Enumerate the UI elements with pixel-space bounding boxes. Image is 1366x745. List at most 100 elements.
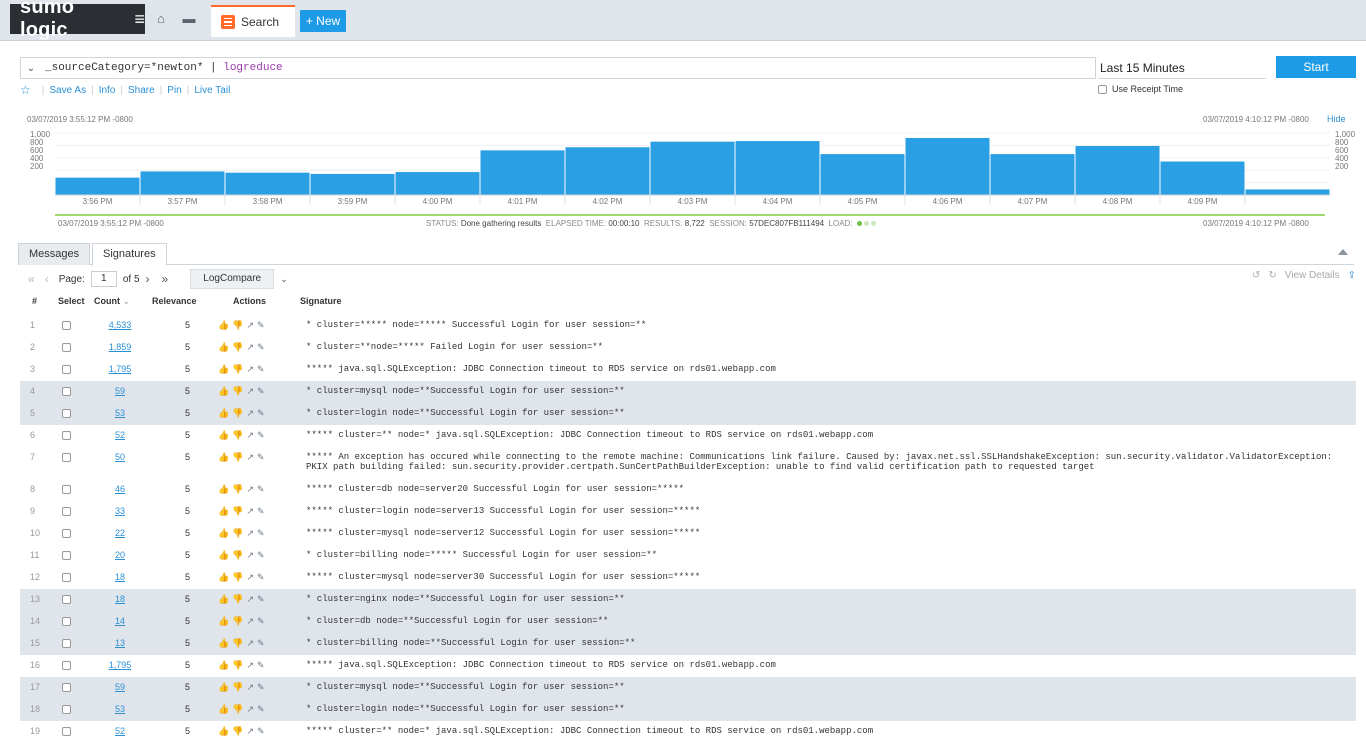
edit-icon[interactable]: ✎	[257, 342, 268, 352]
col-relevance[interactable]: Relevance	[152, 296, 197, 306]
count-link[interactable]: 53	[100, 704, 140, 714]
edit-icon[interactable]: ✎	[257, 320, 268, 330]
row-select-checkbox[interactable]	[62, 529, 71, 540]
edit-icon[interactable]: ✎	[257, 704, 268, 714]
count-link[interactable]: 50	[100, 452, 140, 462]
expand-icon[interactable]: ↗	[246, 386, 257, 396]
row-select-checkbox[interactable]	[62, 453, 71, 464]
count-link[interactable]: 4,533	[100, 320, 140, 330]
count-link[interactable]: 59	[100, 386, 140, 396]
histogram-bar[interactable]	[735, 141, 820, 195]
thumbs-down-icon[interactable]: 👎	[232, 342, 246, 352]
row-select-checkbox[interactable]	[62, 387, 71, 398]
row-select-checkbox[interactable]	[62, 661, 71, 672]
expand-icon[interactable]: ↗	[246, 704, 257, 714]
count-link[interactable]: 33	[100, 506, 140, 516]
table-row[interactable]: 13 18 5 👍👎↗✎ * cluster=nginx node=**Successf…	[20, 589, 1356, 611]
thumbs-up-icon[interactable]: 👍	[218, 726, 232, 736]
table-row[interactable]: 18 53 5 👍👎↗✎ * cluster=login node=**Successf…	[20, 699, 1356, 721]
thumbs-down-icon[interactable]: 👎	[232, 726, 246, 736]
thumbs-up-icon[interactable]: 👍	[218, 506, 232, 516]
table-row[interactable]: 10 22 5 👍👎↗✎ ***** cluster=mysql node=server…	[20, 523, 1356, 545]
thumbs-down-icon[interactable]: 👎	[232, 408, 246, 418]
edit-icon[interactable]: ✎	[257, 616, 268, 626]
logo[interactable]: sumo logic ≡	[10, 0, 145, 41]
query-input[interactable]: ⌄ _sourceCategory=*newton* | logreduce	[20, 57, 1096, 79]
redo-icon[interactable]: ↻	[1268, 270, 1276, 281]
thumbs-up-icon[interactable]: 👍	[218, 528, 232, 538]
count-link[interactable]: 46	[100, 484, 140, 494]
histogram-bar[interactable]	[990, 154, 1075, 195]
table-row[interactable]: 19 52 5 👍👎↗✎ ***** cluster=** node=* java.sq…	[20, 721, 1356, 743]
edit-icon[interactable]: ✎	[257, 528, 268, 538]
thumbs-down-icon[interactable]: 👎	[232, 682, 246, 692]
edit-icon[interactable]: ✎	[257, 726, 268, 736]
row-select-checkbox[interactable]	[62, 409, 71, 420]
thumbs-up-icon[interactable]: 👍	[218, 594, 232, 604]
histogram-bar[interactable]	[225, 172, 310, 195]
histogram-bar[interactable]	[905, 137, 990, 195]
expand-icon[interactable]: ↗	[246, 320, 257, 330]
hide-histogram-link[interactable]: Hide	[1327, 114, 1346, 124]
tab-messages[interactable]: Messages	[18, 243, 91, 265]
expand-icon[interactable]: ↗	[246, 364, 257, 374]
thumbs-down-icon[interactable]: 👎	[232, 320, 246, 330]
histogram-bar[interactable]	[395, 172, 480, 195]
thumbs-up-icon[interactable]: 👍	[218, 484, 232, 494]
row-select-checkbox[interactable]	[62, 321, 71, 332]
share-link[interactable]: Share	[128, 85, 155, 96]
new-button[interactable]: + New	[300, 10, 346, 32]
expand-icon[interactable]: ↗	[246, 638, 257, 648]
prev-page-icon[interactable]: ‹	[45, 272, 49, 286]
expand-icon[interactable]: ↗	[246, 726, 257, 736]
thumbs-down-icon[interactable]: 👎	[232, 550, 246, 560]
count-link[interactable]: 22	[100, 528, 140, 538]
edit-icon[interactable]: ✎	[257, 660, 268, 670]
export-icon[interactable]: ⇪	[1348, 270, 1356, 281]
table-row[interactable]: 14 14 5 👍👎↗✎ * cluster=db node=**Successful …	[20, 611, 1356, 633]
edit-icon[interactable]: ✎	[257, 408, 268, 418]
table-row[interactable]: 7 50 5 👍👎↗✎ ***** An exception has occured w…	[20, 447, 1356, 479]
thumbs-up-icon[interactable]: 👍	[218, 342, 232, 352]
row-select-checkbox[interactable]	[62, 507, 71, 518]
menu-icon[interactable]: ≡	[134, 9, 145, 30]
thumbs-down-icon[interactable]: 👎	[232, 364, 246, 374]
expand-icon[interactable]: ↗	[246, 506, 257, 516]
expand-icon[interactable]: ↗	[246, 616, 257, 626]
use-receipt-time[interactable]: Use Receipt Time	[1098, 84, 1183, 94]
tab-signatures[interactable]: Signatures	[92, 243, 167, 266]
table-row[interactable]: 1 4,533 5 👍👎↗✎ * cluster=***** node=***** Su…	[20, 315, 1356, 337]
thumbs-up-icon[interactable]: 👍	[218, 638, 232, 648]
edit-icon[interactable]: ✎	[257, 506, 268, 516]
thumbs-up-icon[interactable]: 👍	[218, 660, 232, 670]
thumbs-down-icon[interactable]: 👎	[232, 452, 246, 462]
row-select-checkbox[interactable]	[62, 595, 71, 606]
histogram-bar[interactable]	[565, 147, 650, 195]
count-link[interactable]: 1,795	[100, 660, 140, 670]
histogram-bar[interactable]	[310, 173, 395, 195]
thumbs-up-icon[interactable]: 👍	[218, 386, 232, 396]
histogram-chart[interactable]: 3:56 PM 3:57 PM 3:58 PM 3:59 PM 4:00 PM 4:01 …	[0, 125, 1366, 213]
save-as-link[interactable]: Save As	[49, 85, 86, 96]
logcompare-button[interactable]: LogCompare	[190, 269, 275, 289]
thumbs-down-icon[interactable]: 👎	[232, 386, 246, 396]
thumbs-up-icon[interactable]: 👍	[218, 320, 232, 330]
table-row[interactable]: 4 59 5 👍👎↗✎ * cluster=mysql node=**Successfu…	[20, 381, 1356, 403]
row-select-checkbox[interactable]	[62, 431, 71, 442]
expand-icon[interactable]: ↗	[246, 550, 257, 560]
table-row[interactable]: 6 52 5 👍👎↗✎ ***** cluster=** node=* java.sql…	[20, 425, 1356, 447]
histogram-bar[interactable]	[820, 154, 905, 195]
edit-icon[interactable]: ✎	[257, 572, 268, 582]
thumbs-down-icon[interactable]: 👎	[232, 528, 246, 538]
expand-icon[interactable]: ↗	[246, 594, 257, 604]
table-row[interactable]: 8 46 5 👍👎↗✎ ***** cluster=db node=server20 S…	[20, 479, 1356, 501]
thumbs-down-icon[interactable]: 👎	[232, 506, 246, 516]
view-details-button[interactable]: View Details	[1285, 270, 1340, 281]
count-link[interactable]: 18	[100, 572, 140, 582]
row-select-checkbox[interactable]	[62, 617, 71, 628]
first-page-icon[interactable]: «	[28, 272, 35, 286]
histogram-bar[interactable]	[1075, 146, 1160, 195]
expand-icon[interactable]: ↗	[246, 484, 257, 494]
row-select-checkbox[interactable]	[62, 683, 71, 694]
chevron-down-icon[interactable]: ⌄	[280, 274, 288, 285]
